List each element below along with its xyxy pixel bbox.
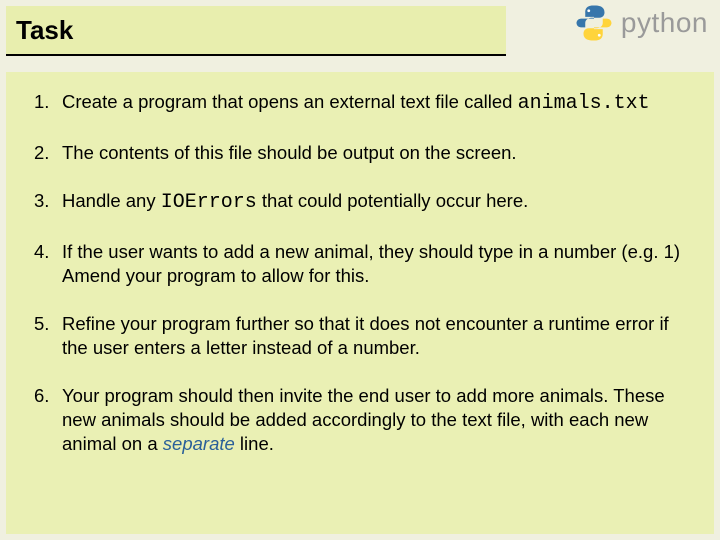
python-snake-icon bbox=[573, 2, 615, 44]
header-bar: Task bbox=[6, 6, 506, 54]
content-panel: Create a program that opens an external … bbox=[6, 72, 714, 534]
task-text: Create a program that opens an external … bbox=[62, 91, 518, 112]
task-text: that could potentially occur here. bbox=[257, 190, 529, 211]
code-ioerrors: IOErrors bbox=[161, 191, 257, 214]
page-title: Task bbox=[16, 15, 73, 46]
task-text: Handle any bbox=[62, 190, 161, 211]
code-filename: animals.txt bbox=[518, 92, 650, 115]
python-logo: python bbox=[573, 2, 708, 44]
header-underline bbox=[6, 54, 506, 56]
emphasis-separate: separate bbox=[163, 433, 235, 454]
list-item: If the user wants to add a new animal, t… bbox=[34, 240, 690, 288]
logo-text: python bbox=[621, 7, 708, 39]
task-text: The contents of this file should be outp… bbox=[62, 142, 517, 163]
task-text: Refine your program further so that it d… bbox=[62, 313, 669, 358]
task-list: Create a program that opens an external … bbox=[34, 90, 690, 456]
list-item: The contents of this file should be outp… bbox=[34, 141, 690, 165]
task-text: Your program should then invite the end … bbox=[62, 385, 665, 454]
task-text: If the user wants to add a new animal, t… bbox=[62, 241, 680, 286]
list-item: Handle any IOErrors that could potential… bbox=[34, 189, 690, 216]
task-text: line. bbox=[235, 433, 274, 454]
list-item: Your program should then invite the end … bbox=[34, 384, 690, 456]
list-item: Create a program that opens an external … bbox=[34, 90, 690, 117]
list-item: Refine your program further so that it d… bbox=[34, 312, 690, 360]
